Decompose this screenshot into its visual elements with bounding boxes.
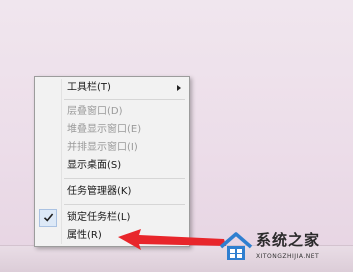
watermark-name: 系统之家 <box>256 231 321 249</box>
watermark-logo: 系统之家 XITONGZHIJIA.NET <box>214 225 350 269</box>
watermark-url: XITONGZHIJIA.NET <box>256 253 320 260</box>
house-logo-icon <box>219 232 253 260</box>
